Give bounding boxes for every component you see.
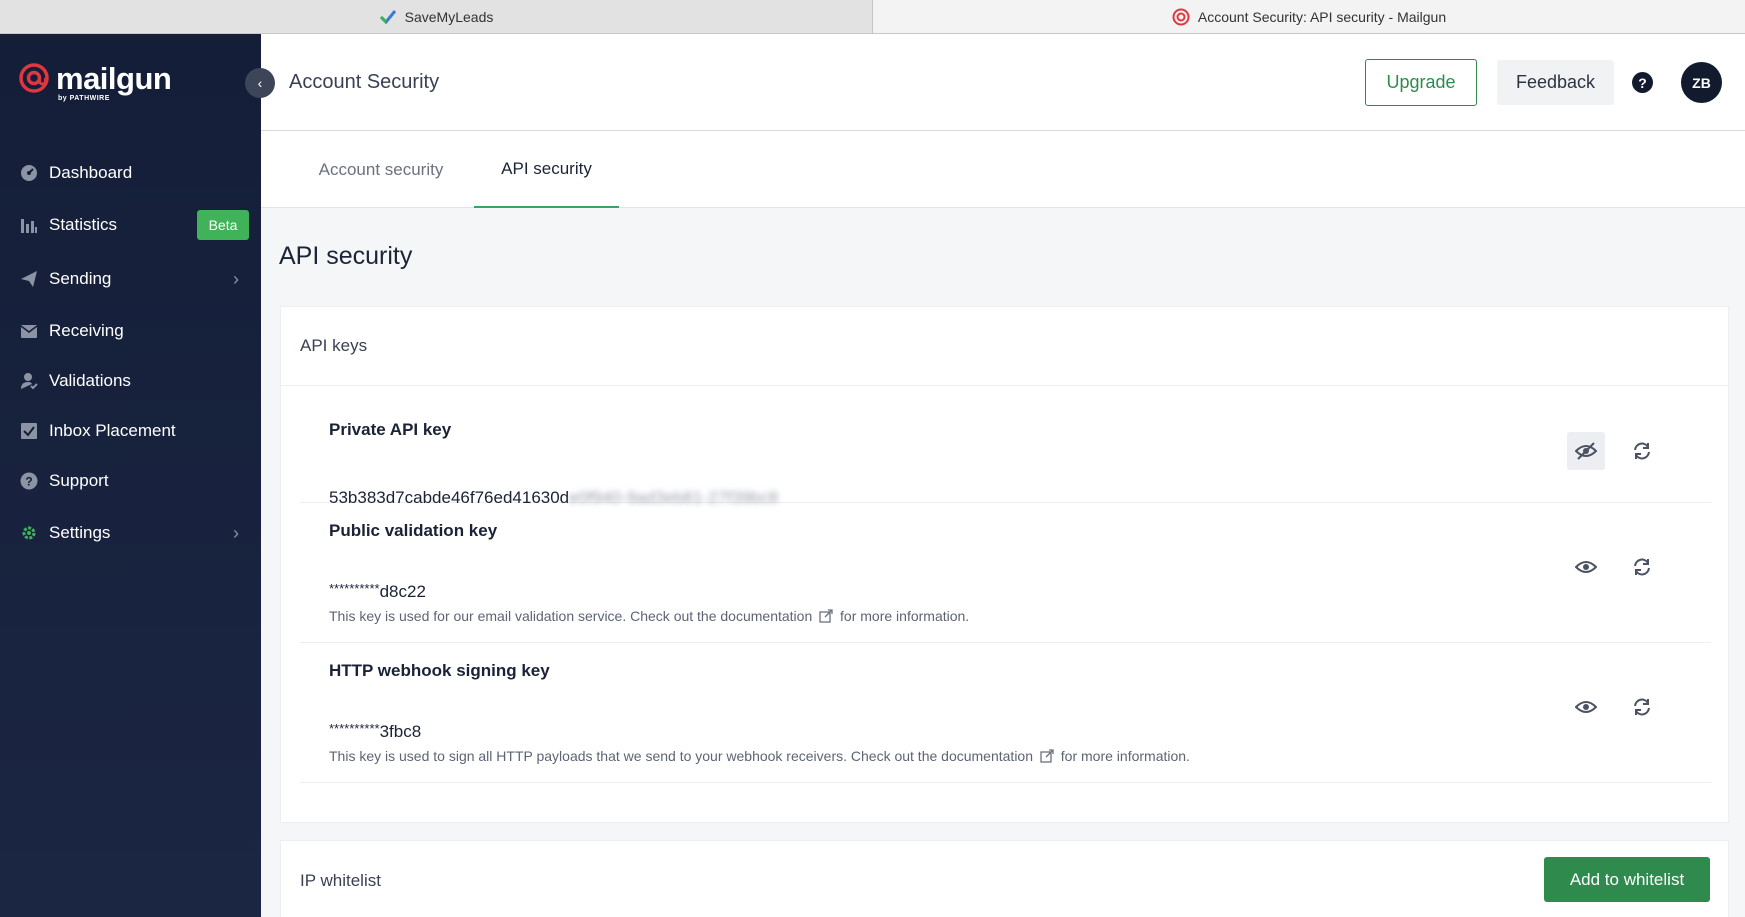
refresh-icon [1634, 442, 1650, 460]
external-link-icon[interactable] [1040, 749, 1054, 766]
regenerate-key-button[interactable] [1623, 688, 1661, 726]
checkbox-icon [19, 421, 39, 441]
browser-tab-title: Account Security: API security - Mailgun [1197, 8, 1447, 25]
webhook-key-value[interactable]: **********3fbc8 [329, 721, 421, 742]
key-description: This key is used to sign all HTTP payloa… [329, 748, 1190, 766]
top-header: Account Security Upgrade Feedback ? ZB [261, 34, 1745, 131]
mailgun-logo[interactable]: mailgun by PATHWIRE [18, 60, 172, 102]
inbox-icon [19, 321, 39, 341]
logo-wordmark: mailgun [56, 60, 172, 96]
regenerate-key-button[interactable] [1623, 548, 1661, 586]
chevron-right-icon: › [233, 268, 239, 289]
beta-badge: Beta [197, 210, 249, 240]
regenerate-key-button[interactable] [1623, 432, 1661, 470]
key-mask: ********** [329, 581, 380, 596]
api-keys-heading: API keys [300, 336, 368, 355]
eye-slash-icon [1575, 442, 1597, 460]
api-keys-card: API keys Private API key 53b383d7cabde46… [280, 306, 1729, 823]
browser-tab-bar: SaveMyLeads Account Security: API securi… [0, 0, 1745, 34]
key-visible-part: 3fbc8 [379, 722, 422, 741]
avatar[interactable]: ZB [1681, 62, 1722, 103]
sidebar-item-support[interactable]: ? Support [0, 463, 261, 499]
key-title: Public validation key [329, 521, 498, 540]
sidebar-item-label: Validations [49, 371, 131, 390]
sidebar-item-dashboard[interactable]: Dashboard [0, 155, 261, 191]
sidebar-item-label: Statistics [49, 215, 118, 234]
refresh-icon [1634, 698, 1650, 716]
key-mask: ********** [329, 721, 380, 736]
key-row-webhook: HTTP webhook signing key **********3fbc8… [300, 643, 1711, 783]
key-title: HTTP webhook signing key [329, 661, 550, 680]
tab-account-security[interactable]: Account security [283, 131, 479, 208]
eye-icon [1575, 701, 1597, 713]
description-text: This key is used to sign all HTTP payloa… [329, 748, 1033, 764]
help-icon[interactable]: ? [1632, 72, 1653, 93]
sidebar-item-label: Inbox Placement [49, 421, 176, 440]
browser-tab-savemyleads[interactable]: SaveMyLeads [0, 0, 873, 33]
browser-tab-title: SaveMyLeads [404, 8, 494, 25]
user-check-icon [19, 371, 39, 391]
sidebar-item-label: Support [49, 471, 109, 490]
gear-icon [19, 523, 39, 543]
key-row-validation: Public validation key **********d8c22 Th… [300, 503, 1711, 643]
dashboard-icon [19, 163, 39, 183]
upgrade-button[interactable]: Upgrade [1365, 59, 1477, 106]
key-row-private: Private API key 53b383d7cabde46f76ed4163… [300, 386, 1711, 507]
bar-chart-icon [19, 215, 39, 235]
eye-icon [1575, 561, 1597, 573]
savemyleads-check-icon [379, 8, 397, 26]
refresh-icon [1634, 558, 1650, 576]
show-key-button[interactable] [1567, 688, 1605, 726]
key-description: This key is used for our email validatio… [329, 608, 969, 626]
page-title: Account Security [289, 71, 440, 93]
sidebar: mailgun by PATHWIRE Dashboard Statistics… [0, 34, 261, 917]
sidebar-item-inbox-placement[interactable]: Inbox Placement [0, 413, 261, 449]
sidebar-item-settings[interactable]: Settings › [0, 515, 261, 551]
sidebar-item-label: Settings [49, 523, 111, 542]
logo-subtitle: by PATHWIRE [58, 95, 110, 102]
sidebar-item-label: Receiving [49, 321, 124, 340]
svg-text:?: ? [25, 475, 32, 489]
feedback-button[interactable]: Feedback [1497, 60, 1614, 105]
key-title: Private API key [329, 420, 452, 439]
section-title: API security [279, 242, 413, 270]
sidebar-item-validations[interactable]: Validations [0, 363, 261, 399]
sidebar-item-label: Sending [49, 269, 112, 288]
paper-plane-icon [19, 269, 39, 289]
ip-whitelist-card: IP whitelist [280, 840, 1729, 917]
tab-api-security[interactable]: API security [474, 131, 619, 208]
ip-whitelist-heading: IP whitelist [300, 871, 381, 890]
collapse-sidebar-button[interactable]: ‹ [245, 68, 275, 98]
show-key-button[interactable] [1567, 548, 1605, 586]
sidebar-item-statistics[interactable]: Statistics Beta [0, 207, 261, 243]
security-tabs: Account security API security [261, 131, 1745, 208]
validation-key-value[interactable]: **********d8c22 [329, 581, 426, 602]
description-text: This key is used for our email validatio… [329, 608, 813, 624]
chevron-right-icon: › [233, 522, 239, 543]
external-link-icon[interactable] [819, 609, 833, 626]
mailgun-logo-icon [1172, 8, 1190, 26]
key-visible-part: d8c22 [379, 582, 426, 601]
browser-tab-mailgun[interactable]: Account Security: API security - Mailgun [873, 0, 1745, 33]
chevron-left-icon: ‹ [257, 75, 263, 91]
hide-key-button[interactable] [1567, 432, 1605, 470]
sidebar-item-receiving[interactable]: Receiving [0, 313, 261, 349]
question-circle-icon: ? [19, 471, 39, 491]
description-text: for more information. [1060, 748, 1190, 764]
sidebar-item-label: Dashboard [49, 163, 133, 182]
mailgun-logo-icon [19, 63, 49, 93]
add-to-whitelist-button[interactable]: Add to whitelist [1544, 857, 1710, 902]
description-text: for more information. [840, 608, 970, 624]
sidebar-item-sending[interactable]: Sending › [0, 261, 261, 297]
